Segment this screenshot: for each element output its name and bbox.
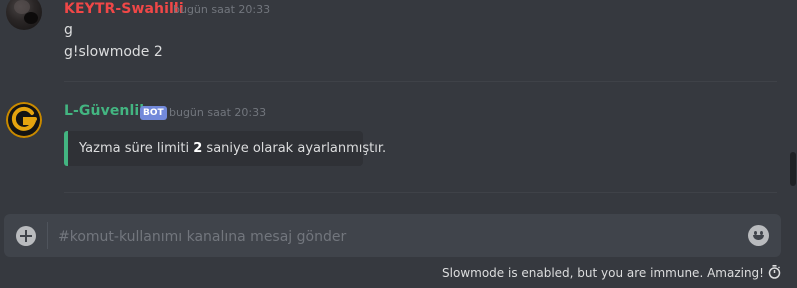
stopwatch-icon — [768, 265, 781, 279]
message-timestamp: bugün saat 20:33 — [169, 106, 267, 119]
smiley-face-icon[interactable] — [748, 225, 769, 246]
scrollbar-thumb[interactable] — [790, 152, 796, 186]
embed-value: 2 — [193, 141, 203, 156]
message-divider — [64, 192, 777, 193]
composer-divider — [47, 222, 48, 249]
g-logo-icon — [11, 106, 37, 131]
message-author[interactable]: L-Güvenlik — [64, 103, 149, 119]
message-composer — [4, 214, 781, 257]
message-line: g!slowmode 2 — [64, 44, 163, 60]
plus-circle-icon[interactable] — [16, 226, 36, 246]
message-input[interactable] — [56, 222, 740, 251]
bot-badge: BOT — [140, 106, 167, 120]
message-timestamp: bugün saat 20:33 — [173, 3, 271, 16]
bot-avatar[interactable] — [6, 102, 42, 138]
user-avatar[interactable] — [6, 0, 42, 30]
embed-description: Yazma süre limiti 2 saniye olarak ayarla… — [79, 141, 387, 156]
message-line: g — [64, 22, 73, 38]
slowmode-status: Slowmode is enabled, but you are immune.… — [442, 266, 764, 280]
message-embed: Yazma süre limiti 2 saniye olarak ayarla… — [64, 131, 386, 166]
message-author[interactable]: KEYTR-Swahilli — [64, 1, 184, 17]
message-divider — [64, 81, 777, 82]
